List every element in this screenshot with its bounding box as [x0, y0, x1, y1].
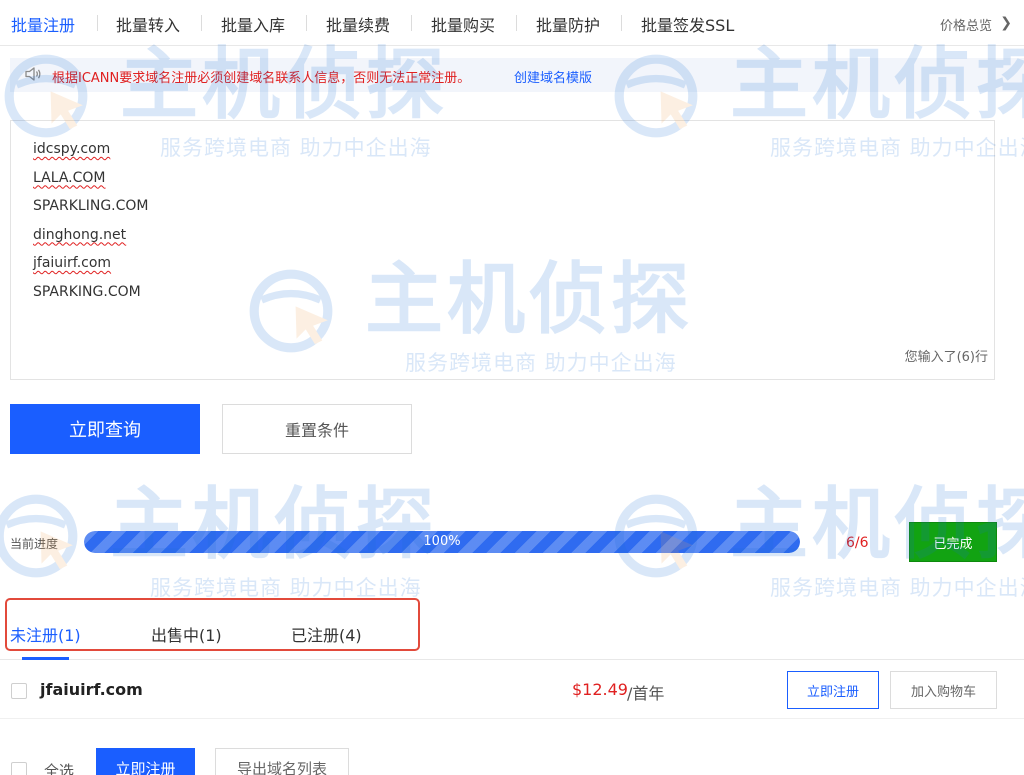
chevron-right-icon[interactable]: ❯ — [1000, 15, 1012, 31]
domain-line: jfaiuirf.com — [33, 255, 112, 271]
domain-line: dinghong.net — [33, 226, 127, 243]
register-now-button[interactable]: 立即注册 — [787, 671, 879, 709]
domain-line: idcspy.com — [33, 141, 111, 157]
active-tab-indicator — [22, 657, 69, 660]
tab-bulk-renew[interactable]: 批量续费 — [326, 12, 390, 36]
tab-divider — [306, 15, 307, 31]
result-price-unit: /首年 — [627, 684, 665, 703]
bulk-register-button[interactable]: 立即注册 — [96, 748, 195, 775]
tab-bulk-register[interactable]: 批量注册 — [11, 12, 75, 36]
domain-line: SPARKLING.COM — [33, 198, 149, 214]
status-complete-button[interactable]: 已完成 — [909, 522, 997, 562]
tab-divider — [621, 15, 622, 31]
tab-divider — [516, 15, 517, 31]
export-domain-list-button[interactable]: 导出域名列表 — [215, 748, 349, 775]
progress-bar: 100% — [84, 531, 800, 553]
tab-divider — [97, 15, 98, 31]
progress-count: 6/6 — [846, 535, 869, 551]
price-overview-link[interactable]: 价格总览 — [940, 15, 992, 34]
tab-bulk-purchase[interactable]: 批量购买 — [431, 12, 495, 36]
domain-line: LALA.COM — [33, 169, 106, 186]
select-all-checkbox[interactable] — [11, 762, 27, 775]
progress-label: 当前进度 — [10, 537, 59, 551]
tab-bulk-ssl[interactable]: 批量签发SSL — [641, 12, 734, 36]
speaker-icon — [25, 67, 41, 81]
domain-lines: idcspy.com LALA.COM SPARKLING.COM dingho… — [33, 139, 149, 310]
create-domain-template-link[interactable]: 创建域名模版 — [514, 67, 592, 86]
tab-divider — [411, 15, 412, 31]
line-count-text: 您输入了(6)行 — [904, 350, 988, 365]
icann-notice-bar: 根据ICANN要求域名注册必须创建域名联系人信息，否则无法正常注册。 创建域名模… — [10, 58, 1024, 92]
result-price: $12.49 — [572, 680, 628, 699]
tab-bulk-storage[interactable]: 批量入库 — [221, 12, 285, 36]
result-domain: jfaiuirf.com — [40, 680, 143, 699]
reset-button[interactable]: 重置条件 — [222, 404, 412, 454]
domain-line: SPARKING.COM — [33, 283, 141, 300]
row-checkbox[interactable] — [11, 683, 27, 699]
select-all-label: 全选 — [44, 762, 75, 775]
tab-bulk-transfer[interactable]: 批量转入 — [116, 12, 180, 36]
annotation-highlight-box — [5, 598, 420, 651]
tab-bulk-protection[interactable]: 批量防护 — [536, 12, 600, 36]
domain-list-textarea[interactable]: idcspy.com LALA.COM SPARKLING.COM dingho… — [10, 120, 995, 380]
add-to-cart-button[interactable]: 加入购物车 — [890, 671, 997, 709]
notice-text: 根据ICANN要求域名注册必须创建域名联系人信息，否则无法正常注册。 — [52, 71, 471, 86]
tab-divider — [201, 15, 202, 31]
result-row: jfaiuirf.com $12.49 /首年 立即注册 加入购物车 — [0, 661, 1024, 719]
query-button[interactable]: 立即查询 — [10, 404, 200, 454]
top-tab-bar: 批量注册 批量转入 批量入库 批量续费 批量购买 批量防护 批量签发SSL 价格… — [0, 0, 1024, 46]
progress-percent: 100% — [423, 534, 461, 549]
